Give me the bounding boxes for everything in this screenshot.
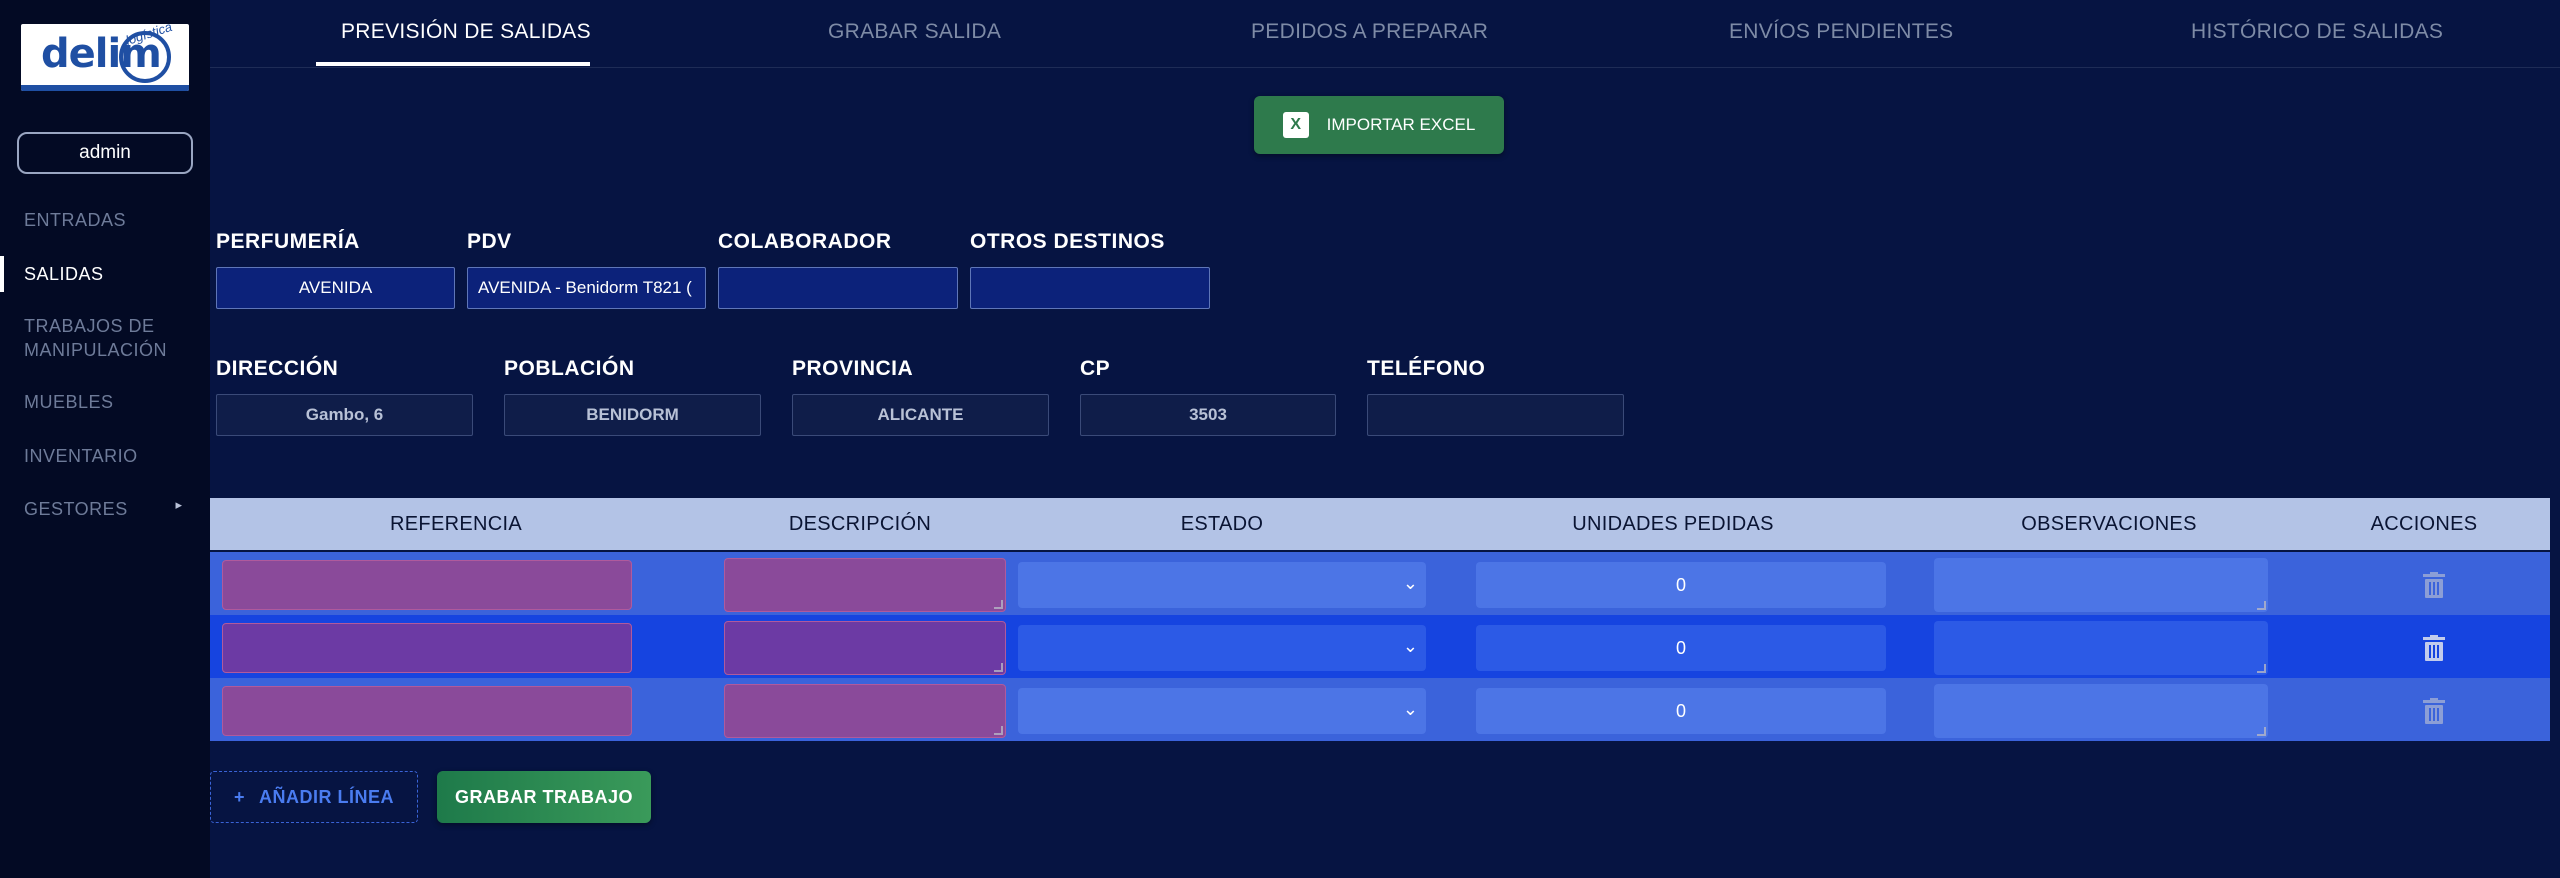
add-line-label: AÑADIR LÍNEA (259, 786, 394, 807)
telefono-label: TELÉFONO (1367, 357, 1486, 380)
resize-handle-icon[interactable] (994, 663, 1003, 672)
chevron-down-icon: ⌄ (1402, 636, 1418, 656)
direccion-field[interactable]: Gambo, 6 (216, 394, 473, 436)
resize-handle-icon[interactable] (994, 726, 1003, 735)
pdv-field[interactable]: AVENIDA - Benidorm T821 ( (467, 267, 706, 309)
observaciones-textarea[interactable] (1934, 621, 2268, 675)
estado-select[interactable]: ⌄ (1018, 625, 1426, 671)
chevron-down-icon: ⌄ (1402, 573, 1418, 593)
tab-envios-pendientes[interactable]: ENVÍOS PENDIENTES (1729, 20, 1953, 44)
perfumeria-field[interactable]: AVENIDA (216, 267, 455, 309)
descripcion-textarea[interactable] (724, 684, 1006, 738)
save-job-button[interactable]: GRABAR TRABAJO (437, 771, 651, 823)
tab-pedidos-preparar[interactable]: PEDIDOS A PREPARAR (1251, 20, 1488, 44)
tab-bar: PREVISIÓN DE SALIDAS GRABAR SALIDA PEDID… (210, 0, 2560, 68)
otros-destinos-field[interactable] (970, 267, 1210, 309)
sidebar-item-gestores[interactable]: GESTORES ▸ (0, 497, 210, 521)
resize-handle-icon[interactable] (2257, 601, 2266, 610)
column-header-descripcion: DESCRIPCIÓN (788, 513, 932, 535)
colaborador-label: COLABORADOR (718, 230, 892, 253)
logo-underline-shape (21, 85, 189, 91)
unidades-pedidas-input[interactable]: 0 (1476, 625, 1886, 671)
sidebar-item-entradas[interactable]: ENTRADAS (0, 208, 210, 232)
column-header-referencia: REFERENCIA (390, 513, 522, 535)
colaborador-field[interactable] (718, 267, 958, 309)
column-header-acciones: ACCIONES (2370, 513, 2478, 535)
table-header: REFERENCIA DESCRIPCIÓN ESTADO UNIDADES P… (210, 498, 2550, 550)
resize-handle-icon[interactable] (2257, 664, 2266, 673)
column-header-estado: ESTADO (1180, 513, 1264, 535)
estado-select[interactable]: ⌄ (1018, 562, 1426, 608)
referencia-input[interactable] (222, 560, 632, 610)
sidebar: logística delim admin ENTRADAS SALIDAS T… (0, 0, 210, 878)
import-excel-label: IMPORTAR EXCEL (1326, 115, 1476, 134)
chevron-down-icon: ⌄ (1402, 699, 1418, 719)
active-tab-indicator (316, 62, 590, 66)
unidades-pedidas-input[interactable]: 0 (1476, 688, 1886, 734)
resize-handle-icon[interactable] (994, 600, 1003, 609)
telefono-field[interactable] (1367, 394, 1624, 436)
direccion-label: DIRECCIÓN (216, 357, 339, 380)
referencia-input[interactable] (222, 686, 632, 736)
referencia-input[interactable] (222, 623, 632, 673)
sidebar-item-salidas[interactable]: SALIDAS (0, 256, 210, 292)
observaciones-textarea[interactable] (1934, 558, 2268, 612)
otros-destinos-label: OTROS DESTINOS (970, 230, 1165, 253)
table-row: ⌄ 0 (210, 678, 2550, 741)
plus-icon: + (233, 786, 245, 807)
descripcion-textarea[interactable] (724, 558, 1006, 612)
excel-icon: X (1282, 112, 1309, 138)
column-header-observaciones: OBSERVACIONES (2021, 513, 2197, 535)
user-button[interactable]: admin (17, 132, 193, 174)
estado-select[interactable]: ⌄ (1018, 688, 1426, 734)
table-row: ⌄ 0 (210, 552, 2550, 615)
sidebar-item-trabajos-manipulacion[interactable]: TRABAJOS DE MANIPULACIÓN (0, 314, 190, 362)
company-logo[interactable]: logística delim (21, 24, 189, 91)
logo-text: delim (41, 31, 162, 77)
trash-icon[interactable] (2423, 635, 2445, 661)
trash-icon[interactable] (2423, 572, 2445, 598)
provincia-field[interactable]: ALICANTE (792, 394, 1049, 436)
poblacion-field[interactable]: BENIDORM (504, 394, 761, 436)
resize-handle-icon[interactable] (2257, 727, 2266, 736)
sidebar-item-muebles[interactable]: MUEBLES (0, 390, 210, 414)
add-line-button[interactable]: + AÑADIR LÍNEA (210, 771, 418, 823)
tab-grabar-salida[interactable]: GRABAR SALIDA (828, 20, 1001, 44)
expand-arrow-icon: ▸ (175, 497, 182, 512)
pdv-label: PDV (467, 230, 512, 253)
trash-icon[interactable] (2423, 698, 2445, 724)
provincia-label: PROVINCIA (792, 357, 914, 380)
tab-prevision-salidas[interactable]: PREVISIÓN DE SALIDAS (341, 20, 591, 44)
sidebar-item-inventario[interactable]: INVENTARIO (0, 444, 210, 468)
column-header-unidades-pedidas: UNIDADES PEDIDAS (1572, 513, 1774, 535)
unidades-pedidas-input[interactable]: 0 (1476, 562, 1886, 608)
observaciones-textarea[interactable] (1934, 684, 2268, 738)
cp-label: CP (1080, 357, 1111, 380)
table-row: ⌄ 0 (210, 615, 2550, 678)
poblacion-label: POBLACIÓN (504, 357, 635, 380)
cp-field[interactable]: 3503 (1080, 394, 1336, 436)
descripcion-textarea[interactable] (724, 621, 1006, 675)
perfumeria-label: PERFUMERÍA (216, 230, 360, 253)
import-excel-button[interactable]: X IMPORTAR EXCEL (1254, 96, 1504, 154)
tab-historico-salidas[interactable]: HISTÓRICO DE SALIDAS (2191, 20, 2443, 44)
